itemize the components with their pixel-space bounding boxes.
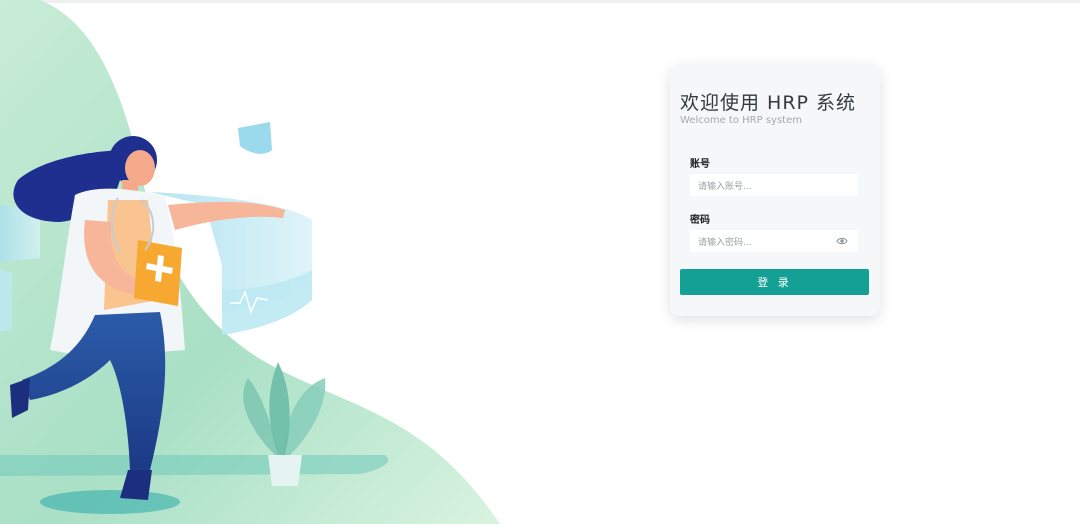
password-input[interactable]: [690, 232, 858, 254]
login-page: 欢迎使用 HRP 系统 Welcome to HRP system 账号 密码 …: [0, 0, 1080, 524]
doctor-illustration: [0, 0, 500, 524]
eye-icon[interactable]: [836, 236, 848, 246]
account-input[interactable]: [690, 176, 858, 198]
login-card: 欢迎使用 HRP 系统 Welcome to HRP system 账号 密码 …: [670, 64, 880, 316]
login-subtitle: Welcome to HRP system: [680, 115, 802, 126]
password-label: 密码: [690, 215, 710, 226]
account-field[interactable]: [690, 174, 858, 198]
login-button[interactable]: 登 录: [680, 269, 869, 295]
password-field[interactable]: [690, 230, 858, 254]
account-label: 账号: [690, 159, 710, 170]
login-title: 欢迎使用 HRP 系统: [680, 92, 857, 114]
